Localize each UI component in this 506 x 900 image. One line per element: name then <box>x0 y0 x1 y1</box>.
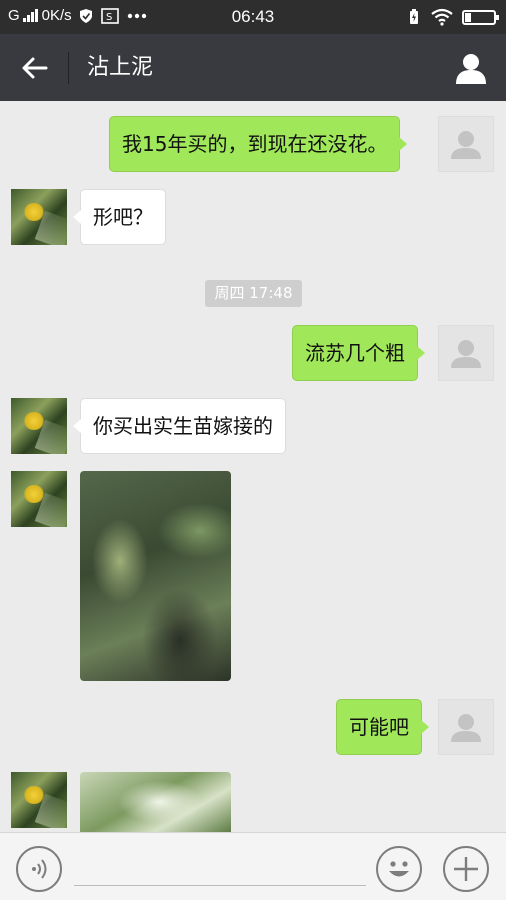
header-divider <box>68 52 69 84</box>
person-icon[interactable] <box>454 51 488 85</box>
wifi-icon <box>431 8 453 26</box>
message-input[interactable] <box>74 885 366 886</box>
timestamp: 周四 17:48 <box>205 280 302 307</box>
message-bubble-outgoing[interactable]: 可能吧 <box>336 699 429 755</box>
chat-header: 沾上泥 <box>0 34 506 101</box>
avatar[interactable] <box>438 116 494 172</box>
avatar[interactable] <box>11 189 67 245</box>
message-bubble-outgoing[interactable]: 我15年买的，到现在还没花。 <box>109 116 408 172</box>
status-bar: G 0K/s S 06:43 <box>0 0 506 34</box>
avatar[interactable] <box>11 772 67 828</box>
battery-saver-icon <box>410 9 418 24</box>
message-bubble-incoming[interactable]: 你买出实生苗嫁接的 <box>73 398 286 454</box>
plus-icon <box>454 857 478 881</box>
image-message[interactable] <box>80 772 231 832</box>
default-avatar-icon <box>451 340 481 368</box>
emoji-button[interactable] <box>376 846 422 892</box>
voice-button[interactable] <box>16 846 62 892</box>
avatar[interactable] <box>438 699 494 755</box>
default-avatar-icon <box>451 131 481 159</box>
status-right <box>408 8 499 26</box>
avatar[interactable] <box>11 471 67 527</box>
smiley-icon <box>389 861 409 877</box>
voice-icon <box>32 859 47 879</box>
arrow-left-icon[interactable] <box>18 52 50 84</box>
default-avatar-icon <box>451 714 481 742</box>
input-bar <box>0 832 506 900</box>
message-bubble-outgoing[interactable]: 流苏几个粗 <box>292 325 425 381</box>
battery-icon <box>462 9 499 25</box>
chat-title: 沾上泥 <box>87 55 154 80</box>
avatar[interactable] <box>11 398 67 454</box>
more-button[interactable] <box>443 846 489 892</box>
image-message[interactable] <box>80 471 231 681</box>
message-bubble-incoming[interactable]: 形吧？ <box>73 189 166 245</box>
avatar[interactable] <box>438 325 494 381</box>
